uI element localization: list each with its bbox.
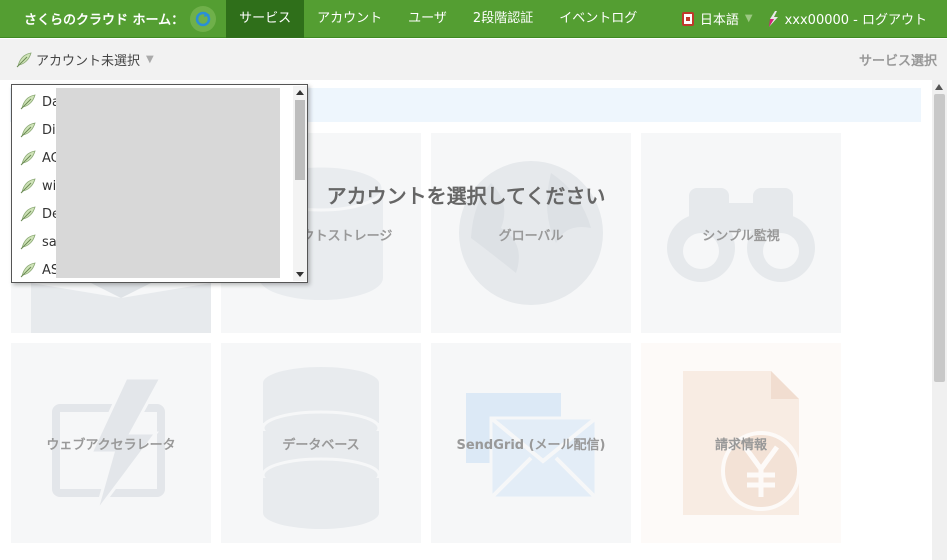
list-item[interactable]: wi (20, 172, 56, 200)
scrollbar-thumb[interactable] (934, 94, 945, 382)
tile-label: SendGrid (メール配信) (456, 438, 606, 453)
account-dropdown[interactable]: Da Dis AC wi De sa AS (11, 84, 308, 283)
account-select-label: アカウント未選択 (36, 54, 141, 69)
leaf-icon (16, 52, 32, 67)
service-tile-database[interactable]: データベース (221, 343, 421, 543)
leaf-icon (20, 206, 36, 222)
chevron-down-icon[interactable]: ▼ (745, 13, 753, 24)
account-bar: アカウント未選択 ▼ サービス選択 (0, 39, 947, 80)
leaf-icon (20, 178, 36, 194)
header-right: 日本語 ▼ xxx00000 - ログアウト (681, 9, 947, 28)
list-item-label: sa (42, 234, 57, 250)
nav-users[interactable]: ユーザ (395, 0, 460, 38)
leaf-icon (20, 94, 36, 110)
user-icon (768, 10, 778, 27)
scroll-up-icon[interactable] (935, 84, 943, 90)
top-navigation-bar: さくらのクラウド ホーム： サービス アカウント ユーザ 2段階認証 イベントロ… (0, 0, 947, 38)
refresh-home-icon[interactable] (190, 5, 217, 32)
list-item[interactable]: sa (20, 228, 57, 256)
tile-label: データベース (282, 438, 360, 453)
leaf-icon (20, 150, 36, 166)
tile-label: ウェブアクセラレータ (46, 438, 176, 453)
list-item[interactable]: AC (20, 144, 60, 172)
list-item[interactable]: De (20, 200, 60, 228)
tile-label: シンプル監視 (702, 229, 780, 244)
leaf-icon (20, 262, 36, 278)
language-icon (681, 11, 694, 26)
tile-label: グローバル (498, 229, 564, 244)
nav-event-log[interactable]: イベントログ (546, 0, 650, 38)
service-tile-web-accelerator[interactable]: ウェブアクセラレータ (11, 343, 211, 543)
nav-two-factor[interactable]: 2段階認証 (460, 0, 546, 38)
account-select[interactable]: アカウント未選択 ▼ (0, 50, 154, 69)
tile-label: 請求情報 (714, 438, 767, 453)
nav-services[interactable]: サービス (226, 0, 305, 38)
redacted-mask (56, 88, 280, 278)
service-select[interactable]: サービス選択 (859, 50, 947, 69)
leaf-icon (20, 234, 36, 250)
list-item-label: wi (42, 178, 57, 194)
scroll-up-icon[interactable] (296, 90, 304, 95)
service-tile-sendgrid[interactable]: SendGrid (メール配信) (431, 343, 631, 543)
leaf-icon (20, 122, 36, 138)
scrollbar-thumb[interactable] (295, 100, 305, 180)
scroll-down-icon[interactable] (296, 272, 304, 277)
brand-title: さくらのクラウド ホーム： (24, 13, 185, 28)
page-scrollbar[interactable] (932, 80, 947, 560)
service-tile-billing[interactable]: 請求情報 (641, 343, 841, 543)
nav-account[interactable]: アカウント (304, 0, 395, 38)
user-logout-link[interactable]: xxx00000 - ログアウト (785, 9, 927, 28)
service-tile-global[interactable]: グローバル (431, 133, 631, 333)
list-item[interactable]: AS (20, 256, 59, 284)
chevron-down-icon: ▼ (146, 54, 154, 65)
list-item[interactable]: Da (20, 88, 60, 116)
service-tile-simple-monitoring[interactable]: シンプル監視 (641, 133, 841, 333)
language-select[interactable]: 日本語 (700, 9, 739, 28)
dropdown-scrollbar[interactable] (293, 86, 307, 281)
